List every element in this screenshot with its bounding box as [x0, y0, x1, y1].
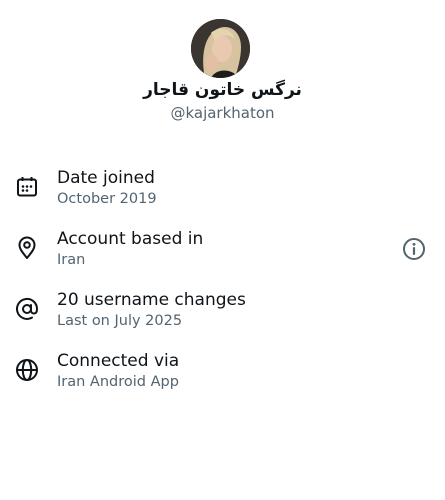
row-title: Account based in — [57, 229, 204, 249]
row-subtitle: Iran Android App — [57, 374, 179, 390]
profile-header: نرگس خاتون قاجار @kajarkhaton — [0, 0, 445, 130]
row-username-changes: 20 username changes Last on July 2025 — [0, 282, 445, 338]
row-connected-via: Connected via Iran Android App — [0, 343, 445, 399]
info-icon[interactable] — [402, 237, 426, 261]
row-subtitle: Last on July 2025 — [57, 313, 183, 329]
at-sign-icon — [14, 296, 40, 322]
row-title: Connected via — [57, 351, 180, 371]
globe-icon — [14, 357, 40, 383]
row-title: 20 username changes — [57, 290, 246, 310]
calendar-icon — [14, 174, 40, 200]
row-subtitle: October 2019 — [57, 191, 157, 207]
avatar[interactable] — [191, 19, 250, 78]
row-date-joined: Date joined October 2019 — [0, 160, 445, 216]
username-handle: @kajarkhaton — [170, 104, 275, 122]
row-subtitle: Iran — [57, 252, 86, 268]
location-pin-icon — [14, 235, 40, 261]
row-title: Date joined — [57, 168, 155, 188]
display-name: نرگس خاتون قاجار — [143, 80, 302, 100]
row-account-based-in: Account based in Iran — [0, 221, 445, 277]
